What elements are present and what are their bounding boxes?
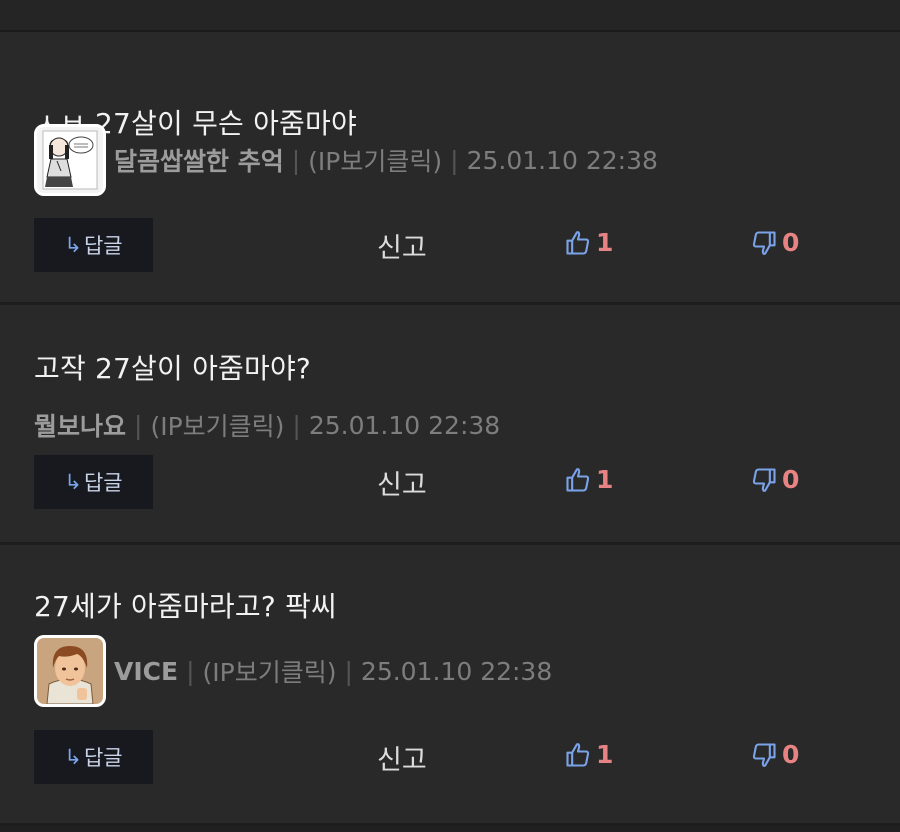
thumbs-up-icon: [566, 467, 590, 492]
comment-item: 27세가 아줌마라고? 팍씨 VICE | (IP보기클릭) | 25.01.1…: [0, 545, 900, 826]
avatar[interactable]: [34, 635, 106, 707]
ip-link[interactable]: (IP보기클릭): [308, 142, 442, 178]
comment-text: 고작 27살이 아줌마야?: [34, 352, 311, 385]
game-character-avatar-icon: [37, 638, 103, 704]
timestamp: 25.01.10 22:38: [308, 410, 501, 440]
thumbs-down-icon: [752, 230, 776, 255]
like-button[interactable]: 1: [564, 740, 613, 769]
comment-actions: ↳ 답글 신고 1 0: [34, 218, 900, 272]
nickname[interactable]: 달콤쌉쌀한 추억: [114, 142, 284, 178]
reply-button[interactable]: ↳ 답글: [34, 218, 153, 272]
thumbs-down-icon: [752, 742, 776, 767]
reply-arrow-icon: ↳: [64, 470, 82, 494]
like-count: 1: [596, 228, 614, 257]
reply-arrow-icon: ↳: [64, 233, 82, 257]
timestamp: 25.01.10 22:38: [466, 145, 658, 175]
report-button[interactable]: 신고: [377, 463, 427, 502]
dislike-button[interactable]: 0: [750, 740, 799, 769]
meta-divider: |: [344, 656, 353, 686]
ip-link[interactable]: (IP보기클릭): [150, 407, 284, 443]
reply-label: 답글: [83, 234, 123, 258]
comment-meta: 뭘보나요 | (IP보기클릭) | 25.01.10 22:38: [34, 407, 500, 443]
comment-meta: VICE | (IP보기클릭) | 25.01.10 22:38: [34, 635, 552, 707]
avatar[interactable]: [34, 124, 106, 196]
nickname[interactable]: VICE: [114, 657, 178, 686]
dislike-button[interactable]: 0: [750, 228, 799, 257]
nickname[interactable]: 뭘보나요: [34, 407, 126, 443]
report-button[interactable]: 신고: [377, 738, 427, 777]
top-separator: [0, 0, 900, 32]
comment-item: ㅅㅂ 27살이 무슨 아줌마야 달콤쌉쌀한 추억 | (IP보기클릭) | 25…: [0, 32, 900, 305]
reply-button[interactable]: ↳ 답글: [34, 730, 153, 784]
manga-girl-avatar-icon: [37, 127, 103, 193]
comment-actions: ↳ 답글 신고 1 0: [34, 455, 900, 509]
meta-divider: |: [292, 410, 301, 440]
dislike-count: 0: [782, 740, 800, 769]
comment-meta: 달콤쌉쌀한 추억 | (IP보기클릭) | 25.01.10 22:38: [34, 124, 658, 196]
ip-link[interactable]: (IP보기클릭): [203, 653, 337, 689]
meta-divider: |: [450, 145, 459, 175]
dislike-count: 0: [782, 228, 800, 257]
thumbs-up-icon: [566, 230, 590, 255]
timestamp: 25.01.10 22:38: [360, 656, 553, 686]
like-count: 1: [596, 740, 614, 769]
comment-text: 27세가 아줌마라고? 팍씨: [34, 590, 337, 623]
comment-actions: ↳ 답글 신고 1 0: [34, 730, 900, 784]
dislike-button[interactable]: 0: [750, 465, 799, 494]
reply-label: 답글: [83, 746, 123, 770]
reply-label: 답글: [83, 471, 123, 495]
report-button[interactable]: 신고: [377, 226, 427, 265]
reply-button[interactable]: ↳ 답글: [34, 455, 153, 509]
meta-divider: |: [134, 410, 143, 440]
thumbs-down-icon: [752, 467, 776, 492]
reply-arrow-icon: ↳: [64, 745, 82, 769]
meta-divider: |: [186, 656, 195, 686]
meta-divider: |: [291, 145, 301, 175]
like-button[interactable]: 1: [564, 465, 613, 494]
thumbs-up-icon: [566, 742, 590, 767]
comment-item: 고작 27살이 아줌마야? 뭘보나요 | (IP보기클릭) | 25.01.10…: [0, 305, 900, 545]
like-button[interactable]: 1: [564, 228, 613, 257]
like-count: 1: [596, 465, 614, 494]
dislike-count: 0: [782, 465, 800, 494]
